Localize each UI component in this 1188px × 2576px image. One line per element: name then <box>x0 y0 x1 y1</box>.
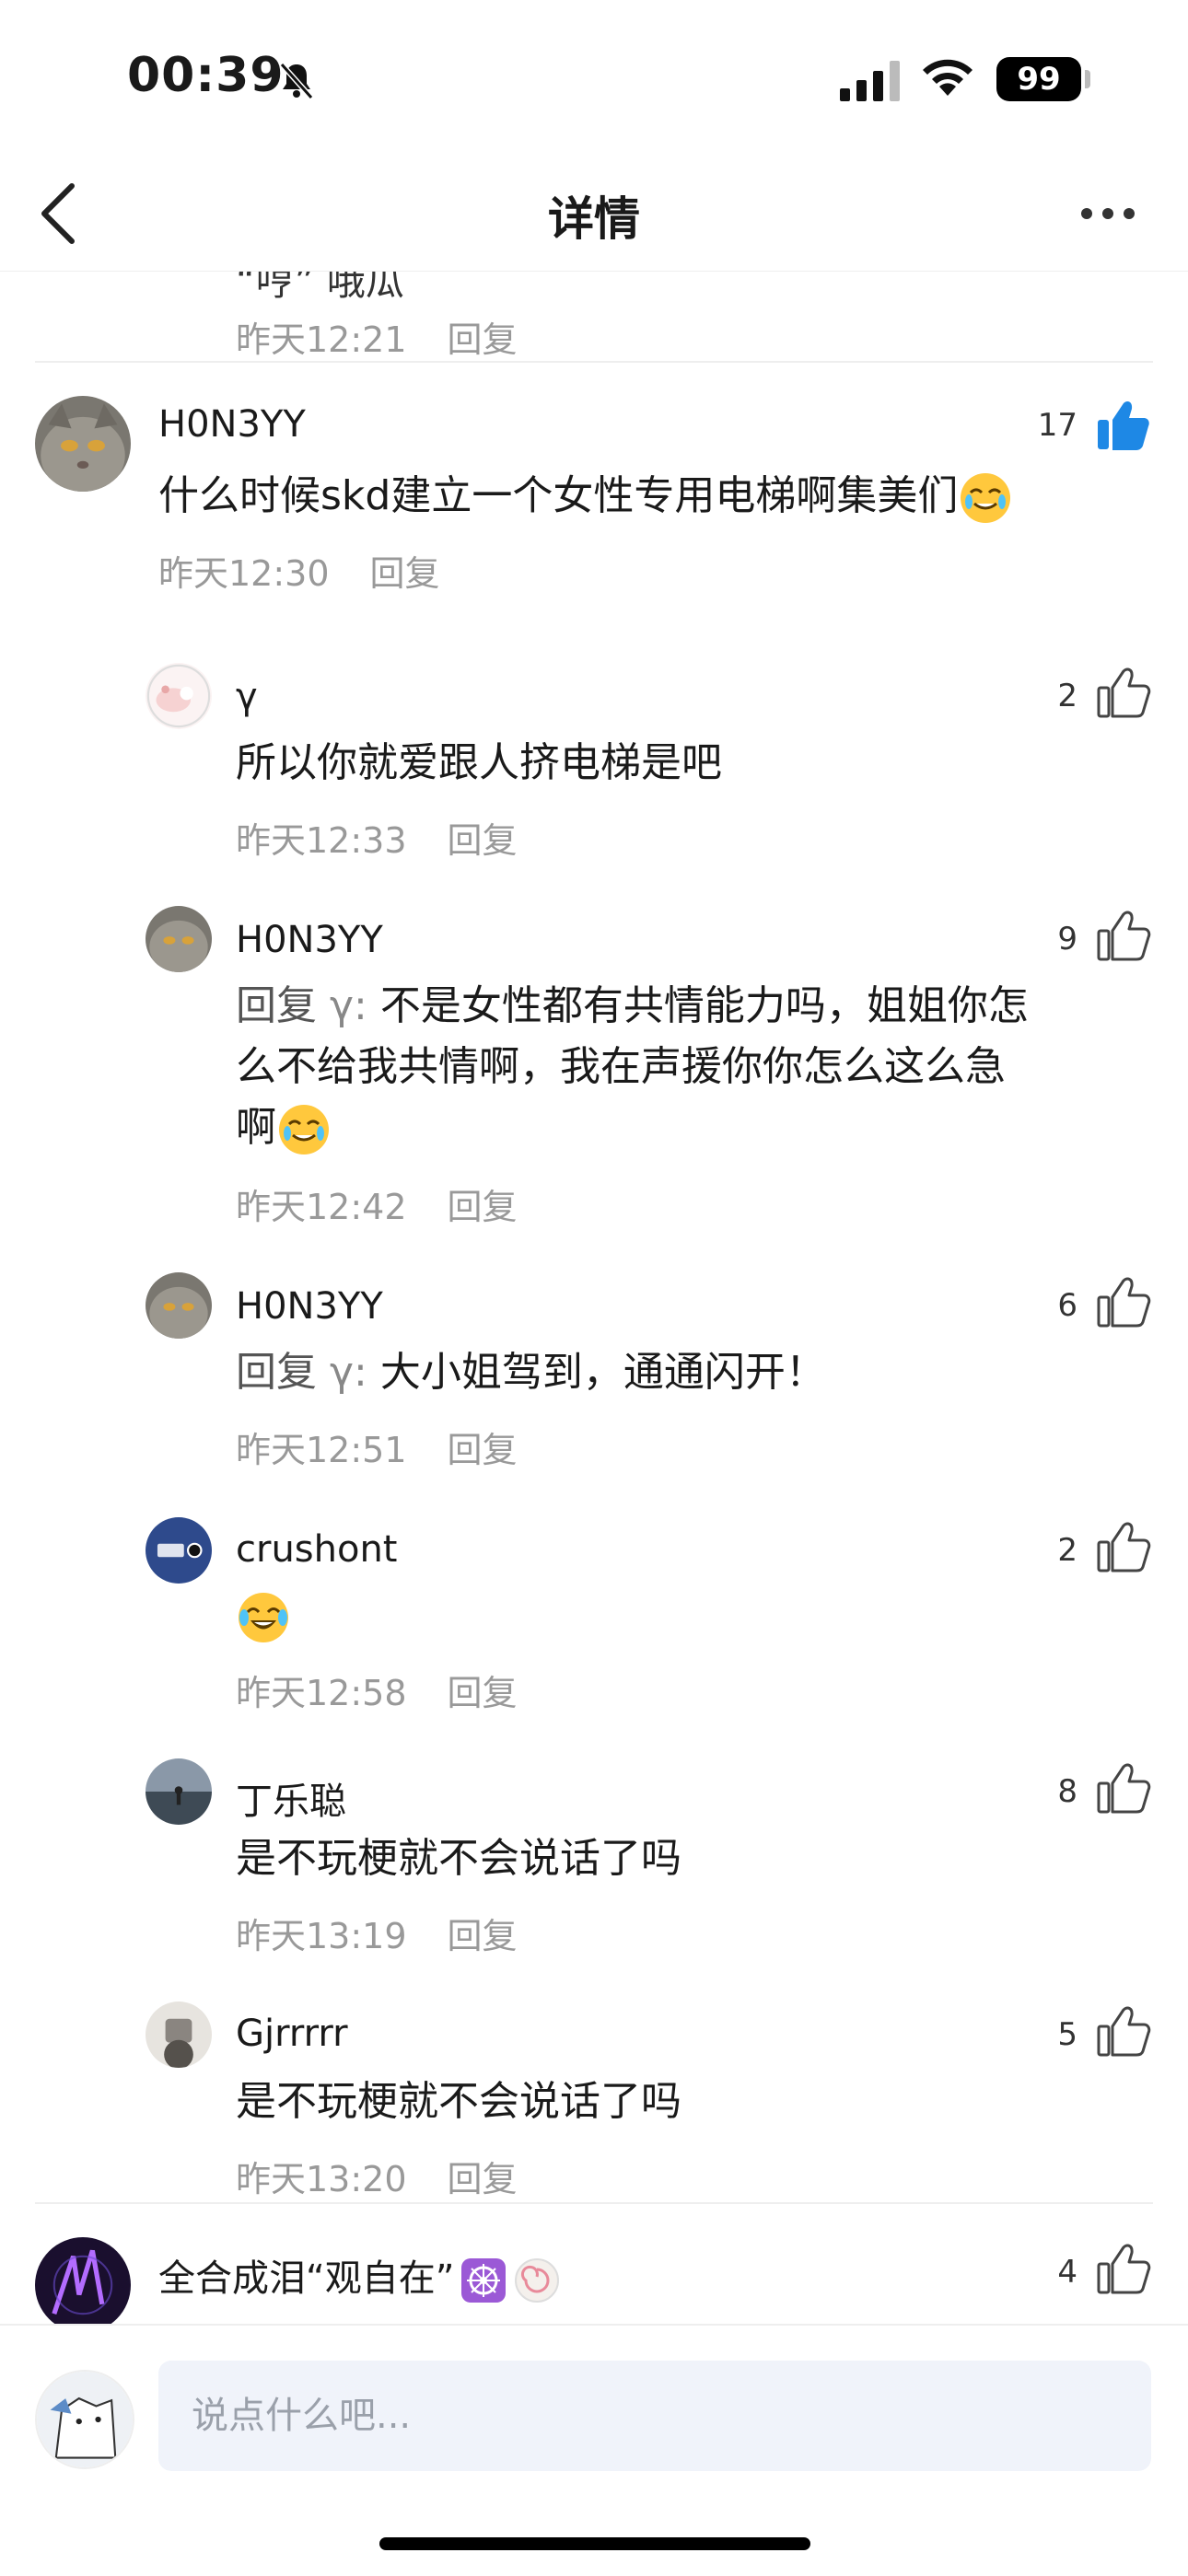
reply-button[interactable]: 回复 <box>448 319 518 360</box>
comment-time: 昨天12:42 <box>236 1187 407 1227</box>
cellular-signal-icon <box>840 61 901 101</box>
like-count: 2 <box>1057 678 1077 714</box>
comment-username[interactable]: crushont <box>236 1528 398 1571</box>
reply-button[interactable]: 回复 <box>448 1916 518 1956</box>
comment-username[interactable]: 全合成泪“观自在” <box>158 2248 561 2304</box>
comment-username[interactable]: H0N3YY <box>236 919 383 961</box>
like-count: 2 <box>1057 1532 1077 1569</box>
comment-username[interactable]: Gjrrrrr <box>236 2013 348 2055</box>
comment-time: 昨天13:20 <box>236 2159 407 2199</box>
comment-time: 昨天12:30 <box>158 553 330 594</box>
comment-text: 什么时候skd建立一个女性专用电梯啊集美们 <box>158 466 1013 527</box>
comment-body: 大小姐驾到，通通闪开！ <box>379 1349 826 1396</box>
status-time: 00:39 <box>127 48 285 103</box>
reply-button[interactable]: 回复 <box>448 820 518 861</box>
avatar[interactable] <box>146 1517 212 1584</box>
like-count: 5 <box>1057 2016 1077 2053</box>
comment-text: 回复 γ: 大小姐驾到，通通闪开！ <box>236 1342 826 1403</box>
crying-laughing-emoji-icon <box>276 1102 332 1157</box>
comment-line: 啊 <box>236 1097 1138 1158</box>
home-indicator <box>379 2537 810 2550</box>
comment-body-line: 不是女性都有共情能力吗，姐姐你怎 <box>379 982 1029 1029</box>
current-user-avatar[interactable] <box>35 2370 134 2469</box>
comment-meta: 昨天12:33 回复 <box>236 812 518 863</box>
comment-body-line: 么不给我共情啊，我在声援你你怎么这么急 <box>236 1043 1006 1090</box>
like-count: 4 <box>1057 2254 1077 2291</box>
page-title: 详情 <box>548 192 640 246</box>
avatar[interactable] <box>146 1272 212 1339</box>
thumbs-up-icon[interactable] <box>1096 1760 1151 1816</box>
divider <box>35 2202 1153 2204</box>
comment-meta: 昨天12:51 回复 <box>236 1421 518 1472</box>
comment-meta: 昨天12:21 回复 <box>236 311 518 362</box>
reply-to-name[interactable]: γ: <box>330 982 367 1029</box>
comment-time: 昨天12:21 <box>236 319 407 360</box>
comment-meta: 昨天13:20 回复 <box>236 2151 518 2201</box>
comment-meta: 昨天13:19 回复 <box>236 1908 518 1958</box>
comment-time: 昨天12:33 <box>236 820 407 861</box>
comment-meta: 昨天12:30 回复 <box>158 545 440 596</box>
divider <box>35 361 1153 363</box>
comment-input-bar: 说点什么吧... <box>0 2324 1188 2576</box>
thumbs-up-icon[interactable] <box>1096 908 1151 963</box>
comment-text: 回复 γ: 不是女性都有共情能力吗，姐姐你怎 么不给我共情啊，我在声援你你怎么这… <box>236 976 1138 1158</box>
comment-text: 是不玩梗就不会说话了吗 <box>236 1835 681 1882</box>
comment-list: “哼” 哦瓜 昨天12:21 回复 H0N3YY 17 什么时候skd建立一个女性… <box>0 271 1188 2324</box>
crying-laughing-emoji-icon <box>958 470 1013 526</box>
comment-username[interactable]: H0N3YY <box>158 403 306 446</box>
comment-time: 昨天12:51 <box>236 1430 407 1470</box>
reply-button[interactable]: 回复 <box>448 1673 518 1713</box>
comment-username[interactable]: 丁乐聪 <box>236 1771 346 1825</box>
comment-body: 什么时候skd建立一个女性专用电梯啊集美们 <box>158 472 959 519</box>
avatar[interactable] <box>35 396 131 492</box>
comment-body-line: 啊 <box>236 1104 276 1151</box>
avatar[interactable] <box>35 2237 131 2324</box>
thumbs-up-icon[interactable] <box>1096 2241 1151 2296</box>
silent-bell-icon <box>276 61 317 101</box>
comment-meta: 昨天12:58 回复 <box>236 1665 518 1715</box>
username-text: 全合成泪“观自在” <box>158 2257 455 2300</box>
like-count: 17 <box>1037 407 1077 444</box>
comment-text: 所以你就爱跟人挤电梯是吧 <box>236 739 722 786</box>
thumbs-up-icon[interactable] <box>1096 2003 1151 2059</box>
avatar[interactable] <box>146 906 212 972</box>
like-count: 6 <box>1057 1287 1077 1324</box>
comment-time: 昨天12:58 <box>236 1673 407 1713</box>
clipped-comment-text: “哼” 哦瓜 <box>236 271 404 304</box>
status-bar: 00:39 99 <box>0 0 1188 157</box>
comment-username[interactable]: γ <box>236 676 258 718</box>
battery-cap <box>1085 70 1090 88</box>
reply-button[interactable]: 回复 <box>448 1430 518 1470</box>
comment-username[interactable]: H0N3YY <box>236 1285 383 1328</box>
comment-meta: 昨天12:42 回复 <box>236 1178 518 1229</box>
reply-button[interactable]: 回复 <box>370 553 440 594</box>
wheel-of-dharma-icon <box>460 2257 507 2304</box>
reply-to-name[interactable]: γ: <box>330 1349 367 1396</box>
like-count: 8 <box>1057 1773 1077 1810</box>
like-count: 9 <box>1057 921 1077 957</box>
nav-bar: 详情 <box>0 157 1188 272</box>
thumbs-up-icon[interactable] <box>1096 1274 1151 1329</box>
comment-time: 昨天13:19 <box>236 1916 407 1956</box>
comment-text <box>236 1585 291 1646</box>
more-options-icon[interactable] <box>1077 203 1138 225</box>
comment-text: 是不玩梗就不会说话了吗 <box>236 2078 681 2125</box>
thumbs-up-icon[interactable] <box>1096 665 1151 720</box>
comment-input[interactable]: 说点什么吧... <box>158 2361 1151 2471</box>
wifi-icon <box>919 55 976 99</box>
tears-of-joy-emoji-icon <box>236 1590 291 1645</box>
reply-prefix: 回复 <box>236 1349 317 1396</box>
reply-button[interactable]: 回复 <box>448 1187 518 1227</box>
thumbs-up-icon[interactable] <box>1096 1519 1151 1574</box>
fish-cake-icon <box>513 2257 561 2304</box>
comment-line: 回复 γ: 不是女性都有共情能力吗，姐姐你怎 <box>236 976 1138 1037</box>
avatar[interactable] <box>146 2002 212 2068</box>
reply-prefix: 回复 <box>236 982 317 1029</box>
thumbs-up-filled-icon[interactable] <box>1096 398 1151 453</box>
avatar[interactable] <box>146 1758 212 1825</box>
avatar[interactable] <box>146 663 212 729</box>
reply-button[interactable]: 回复 <box>448 2159 518 2199</box>
battery-icon: 99 <box>996 57 1081 101</box>
